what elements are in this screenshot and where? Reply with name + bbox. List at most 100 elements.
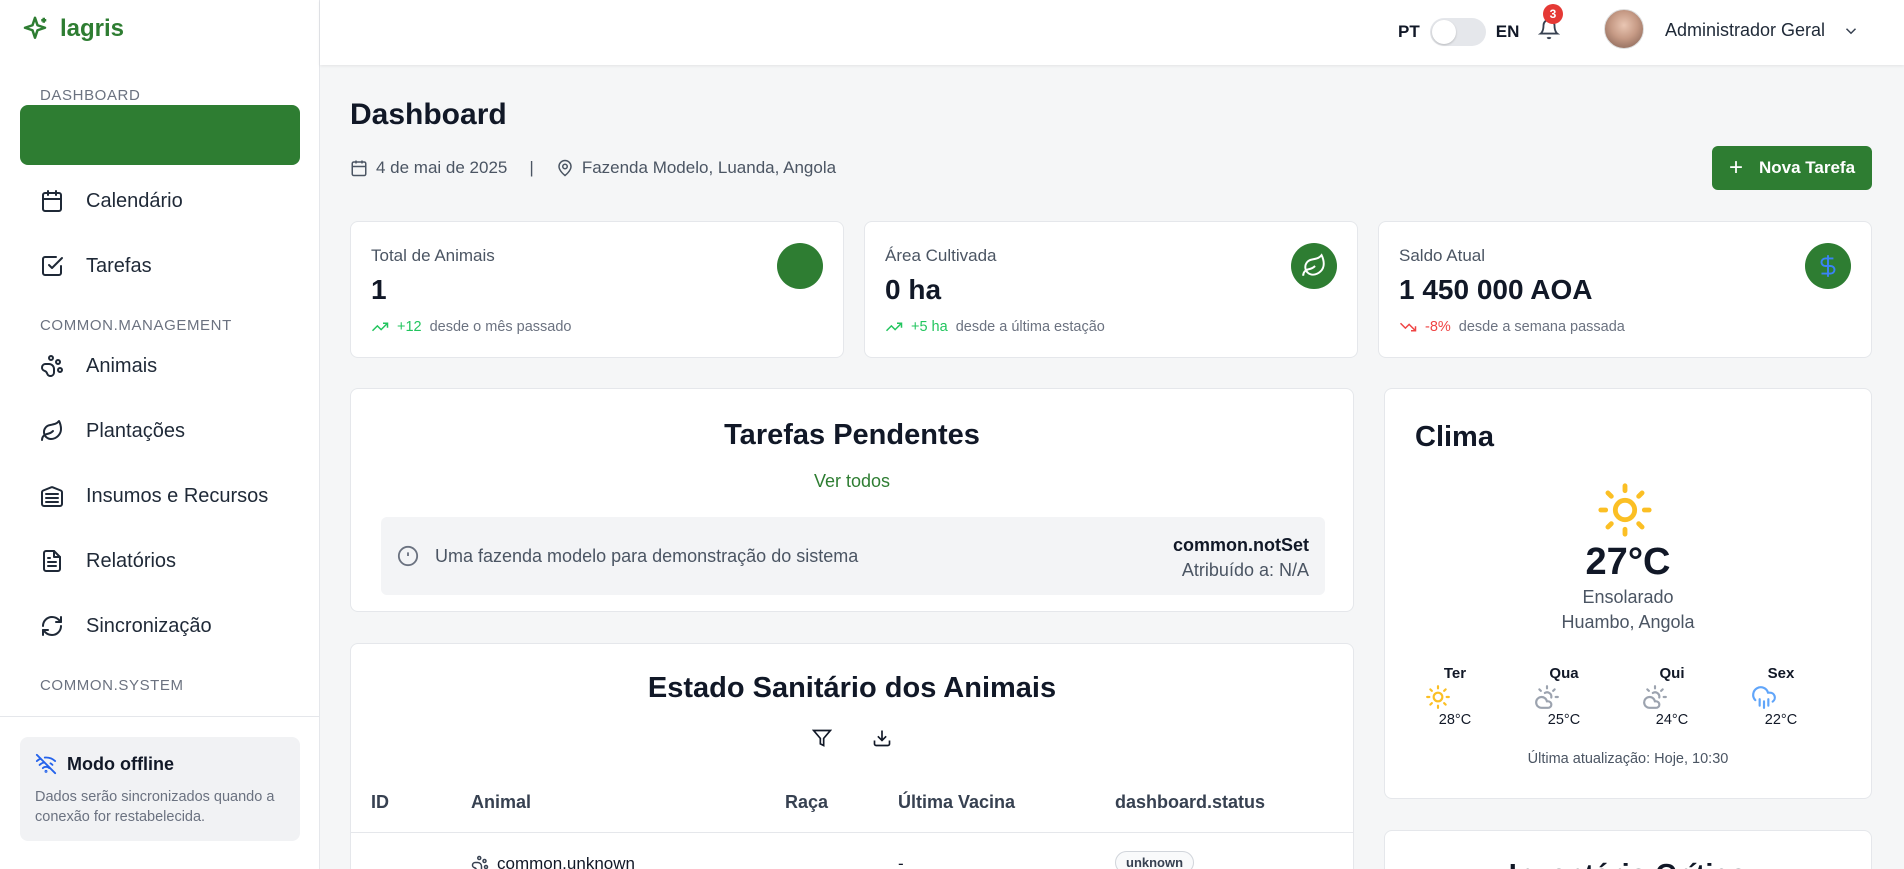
pending-tasks-card: Tarefas Pendentes Ver todos Uma fazenda … xyxy=(350,388,1354,612)
cloud-sun-icon xyxy=(1643,685,1667,709)
stat-value: 1 450 000 AOA xyxy=(1399,274,1593,305)
animal-health-card: Estado Sanitário dos Animais ID Animal R… xyxy=(350,643,1354,869)
sidebar-item-label: Sincronização xyxy=(86,614,212,637)
app-name: lagris xyxy=(60,15,125,42)
forecast-day-name: Sex xyxy=(1767,665,1795,682)
weather-condition: Ensolarado xyxy=(1582,587,1674,607)
forecast-temp: 24°C xyxy=(1655,712,1689,728)
download-icon[interactable] xyxy=(872,728,892,748)
trend-value: -8% xyxy=(1425,319,1451,335)
trend-value: +12 xyxy=(397,319,422,335)
sidebar-item-label: Calendário xyxy=(86,189,183,212)
paw-icon xyxy=(471,855,489,869)
check-square-icon xyxy=(42,256,63,276)
forecast-day: Qui 24°C xyxy=(1642,665,1702,728)
column-header-animal[interactable]: Animal xyxy=(471,792,531,813)
avatar[interactable] xyxy=(1604,9,1644,49)
sidebar-item-label: Tarefas xyxy=(86,254,152,277)
stat-trend: +12 desde o mês passado xyxy=(371,318,823,336)
trending-down-icon xyxy=(1399,322,1417,332)
calendar-icon xyxy=(351,160,367,177)
animal-stat-icon xyxy=(777,243,823,289)
offline-notice: Modo offline Dados serão sincronizados q… xyxy=(20,737,300,841)
notification-badge: 3 xyxy=(1543,4,1563,24)
chevron-down-icon xyxy=(1845,28,1857,35)
stat-card-animals: Total de Animais 1 +12 desde o mês passa… xyxy=(350,221,844,358)
paw-icon xyxy=(41,355,63,377)
trending-up-icon xyxy=(885,322,903,332)
sidebar: lagris DASHBOARD Calendário Tarefas COMM… xyxy=(0,0,320,869)
forecast-temp: 28°C xyxy=(1438,712,1472,728)
meta-separator: | xyxy=(529,158,534,177)
forecast-day-name: Ter xyxy=(1443,665,1467,682)
alert-circle-icon xyxy=(397,545,419,567)
sparkle-logo-icon xyxy=(23,16,47,39)
stat-value: 0 ha xyxy=(885,274,942,305)
current-temperature: 27°C xyxy=(1585,541,1671,583)
forecast-day: Sex 22°C xyxy=(1751,665,1811,728)
column-header-breed[interactable]: Raça xyxy=(785,792,828,813)
sidebar-item-reports[interactable]: Relatórios xyxy=(40,541,176,581)
map-pin-icon xyxy=(558,159,572,177)
language-switch: PT EN xyxy=(1398,18,1519,46)
user-name[interactable]: Administrador Geral xyxy=(1665,20,1825,41)
sidebar-item-label: Plantações xyxy=(86,419,185,442)
leaf-icon xyxy=(1291,243,1337,289)
plus-icon: + xyxy=(1728,154,1743,181)
weather-card: Clima 27°C Ensolarado Huambo, Angola Ter… xyxy=(1384,388,1872,799)
sun-icon xyxy=(1426,685,1450,709)
forecast-day-name: Qui xyxy=(1659,665,1685,682)
sun-icon xyxy=(1598,483,1652,537)
column-header-id[interactable]: ID xyxy=(371,792,389,813)
sidebar-item-tasks[interactable]: Tarefas xyxy=(40,246,152,286)
warehouse-icon xyxy=(41,486,63,507)
wifi-off-icon xyxy=(35,753,57,775)
trending-up-icon xyxy=(371,322,389,332)
table-row[interactable]: common.unknown xyxy=(471,854,635,869)
section-dashboard: DASHBOARD xyxy=(40,87,141,104)
trend-text: desde a semana passada xyxy=(1458,319,1625,335)
divider xyxy=(0,716,320,717)
lang-en-label[interactable]: EN xyxy=(1496,22,1520,42)
stat-card-area: Área Cultivada 0 ha +5 ha desde a última… xyxy=(864,221,1358,358)
stat-trend: +5 ha desde a última estação xyxy=(885,318,1337,336)
status-badge: unknown xyxy=(1115,851,1195,869)
column-header-last-vaccine[interactable]: Última Vacina xyxy=(898,792,1015,813)
language-toggle[interactable] xyxy=(1429,18,1486,46)
task-item[interactable]: Uma fazenda modelo para demonstração do … xyxy=(381,517,1325,595)
stat-label: Saldo Atual xyxy=(1399,246,1486,265)
cloud-sun-icon xyxy=(1535,685,1559,709)
critical-inventory-card: Inventário Crítico xyxy=(1384,830,1872,869)
sidebar-item-supplies[interactable]: Insumos e Recursos xyxy=(40,476,268,516)
sidebar-item-label: Insumos e Recursos xyxy=(86,484,269,507)
animal-name: common.unknown xyxy=(497,854,635,869)
filter-icon[interactable] xyxy=(812,728,832,748)
section-system: COMMON.SYSTEM xyxy=(40,677,184,694)
sidebar-item-calendar[interactable]: Calendário xyxy=(40,181,183,221)
sidebar-item-dashboard[interactable] xyxy=(20,105,300,165)
task-description: Uma fazenda modelo para demonstração do … xyxy=(435,546,859,566)
dollar-icon xyxy=(1805,243,1851,289)
sidebar-item-label: Animais xyxy=(86,354,158,377)
card-title: Estado Sanitário dos Animais xyxy=(647,672,1057,704)
lang-pt-label[interactable]: PT xyxy=(1398,22,1420,42)
sidebar-item-sync[interactable]: Sincronização xyxy=(40,606,212,646)
offline-title: Modo offline xyxy=(67,753,174,774)
trend-text: desde o mês passado xyxy=(429,319,572,335)
sidebar-item-animals[interactable]: Animais xyxy=(40,346,157,386)
weather-location: Huambo, Angola xyxy=(1561,612,1695,632)
column-header-status[interactable]: dashboard.status xyxy=(1115,792,1265,813)
app-logo[interactable]: lagris xyxy=(20,14,124,44)
farm-location: Fazenda Modelo, Luanda, Angola xyxy=(581,158,837,177)
sidebar-item-plantations[interactable]: Plantações xyxy=(40,411,185,451)
forecast-day-name: Qua xyxy=(1549,665,1579,682)
stat-label: Total de Animais xyxy=(371,246,495,265)
file-text-icon xyxy=(43,550,61,572)
see-all-link[interactable]: Ver todos xyxy=(351,471,1353,492)
new-task-button[interactable]: + Nova Tarefa xyxy=(1712,146,1872,190)
user-menu-toggle[interactable] xyxy=(1842,22,1862,42)
card-title: Inventário Crítico xyxy=(1385,859,1871,869)
sidebar-item-label: Relatórios xyxy=(86,549,177,572)
table-toolbar xyxy=(351,728,1353,748)
last-vaccine-cell: - xyxy=(898,854,904,869)
